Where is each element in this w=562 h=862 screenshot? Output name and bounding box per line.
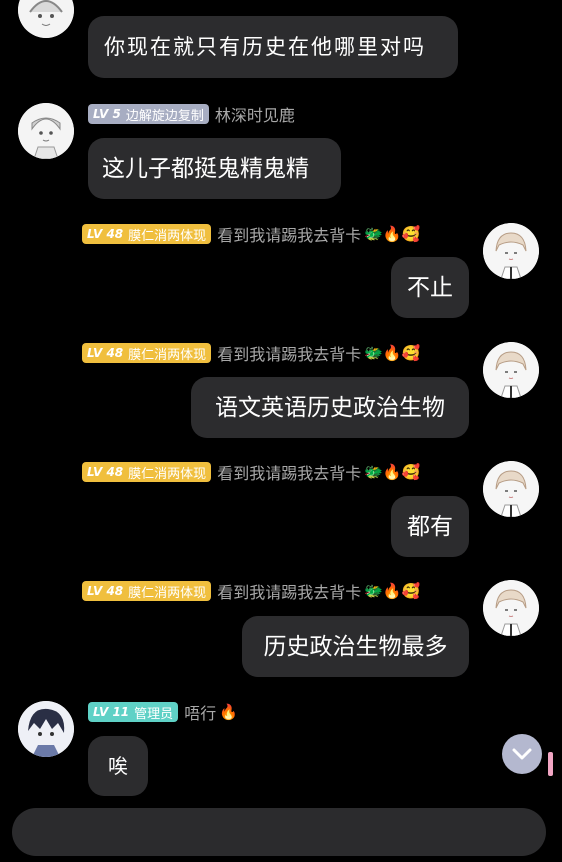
avatar-sender-3[interactable]: [18, 701, 74, 757]
message-bubble[interactable]: 这儿子都挺鬼精鬼精: [88, 138, 341, 199]
avatar-self[interactable]: [483, 461, 539, 517]
sender-name[interactable]: 看到我请踢我去背卡: [217, 579, 361, 603]
badge-title: 边解旋边复制: [125, 108, 204, 124]
decoration-emoji: 🐲🔥🥰: [364, 463, 421, 481]
level-label: LV 48: [87, 465, 124, 479]
sender-meta: LV 48 膜仁消两体现 看到我请踢我去背卡 🐲🔥🥰: [82, 461, 420, 483]
avatar-self[interactable]: [483, 342, 539, 398]
avatar-self[interactable]: [483, 580, 539, 636]
sender-meta: LV 48 膜仁消两体现 看到我请踢我去背卡 🐲🔥🥰: [82, 223, 420, 245]
message-bubble[interactable]: 都有: [391, 496, 469, 557]
sender-meta: LV 48 膜仁消两体现 看到我请踢我去背卡 🐲🔥🥰: [82, 580, 420, 602]
level-label: LV 11: [93, 705, 130, 719]
scroll-to-bottom-button[interactable]: [502, 734, 542, 774]
level-badge[interactable]: LV 48 膜仁消两体现: [82, 224, 212, 244]
level-badge[interactable]: LV 5 边解旋边复制: [88, 104, 209, 124]
scroll-indicator: [548, 752, 553, 776]
level-label: LV 48: [87, 227, 124, 241]
decoration-emoji: 🐲🔥🥰: [364, 344, 421, 362]
level-badge[interactable]: LV 11 管理员: [88, 702, 179, 722]
badge-title: 膜仁消两体现: [128, 228, 207, 244]
chevron-down-icon: [512, 748, 532, 760]
avatar-sender-1[interactable]: [18, 0, 74, 38]
decoration-emoji: 🐲🔥🥰: [364, 582, 421, 600]
decoration-emoji: 🔥: [219, 703, 238, 721]
sender-name[interactable]: 看到我请踢我去背卡: [217, 341, 361, 365]
avatar-self[interactable]: [483, 223, 539, 279]
sender-meta: LV 5 边解旋边复制 林深时见鹿: [88, 103, 295, 125]
message-bubble[interactable]: 历史政治生物最多: [242, 616, 469, 677]
badge-title: 膜仁消两体现: [128, 466, 207, 482]
level-badge[interactable]: LV 48 膜仁消两体现: [82, 343, 212, 363]
level-label: LV 48: [87, 584, 124, 598]
message-input[interactable]: [12, 808, 546, 856]
decoration-emoji: 🐲🔥🥰: [364, 225, 421, 243]
badge-title: 管理员: [134, 706, 174, 722]
sender-name[interactable]: 唔行: [184, 700, 216, 724]
badge-title: 膜仁消两体现: [128, 585, 207, 601]
sender-name[interactable]: 看到我请踢我去背卡: [217, 222, 361, 246]
sender-meta: LV 48 膜仁消两体现 看到我请踢我去背卡 🐲🔥🥰: [82, 342, 420, 364]
sender-name[interactable]: 看到我请踢我去背卡: [217, 460, 361, 484]
sender-name[interactable]: 林深时见鹿: [215, 102, 295, 126]
level-label: LV 5: [93, 107, 121, 121]
avatar-sender-2[interactable]: [18, 103, 74, 159]
level-badge[interactable]: LV 48 膜仁消两体现: [82, 581, 212, 601]
level-label: LV 48: [87, 346, 124, 360]
message-bubble[interactable]: 不止: [391, 257, 469, 318]
message-bubble[interactable]: 唉: [88, 736, 148, 796]
badge-title: 膜仁消两体现: [128, 347, 207, 363]
sender-meta: LV 11 管理员 唔行 🔥: [88, 701, 238, 723]
message-bubble[interactable]: 你现在就只有历史在他哪里对吗: [88, 16, 458, 78]
level-badge[interactable]: LV 48 膜仁消两体现: [82, 462, 212, 482]
message-bubble[interactable]: 语文英语历史政治生物: [191, 377, 469, 438]
